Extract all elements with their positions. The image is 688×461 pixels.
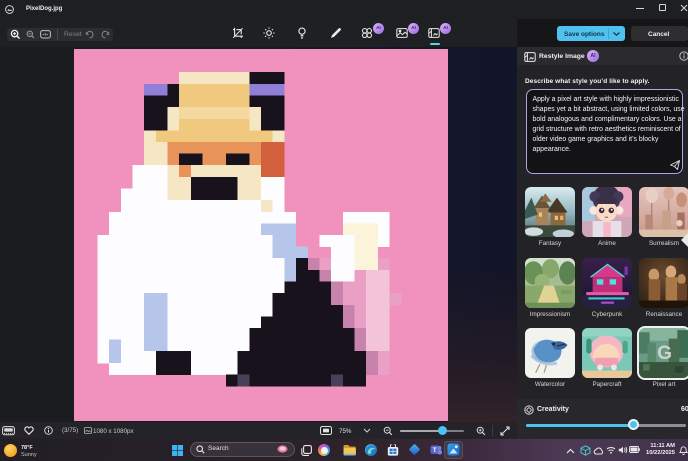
svg-text:G: G [657,343,672,364]
svg-text:T: T [433,447,437,454]
